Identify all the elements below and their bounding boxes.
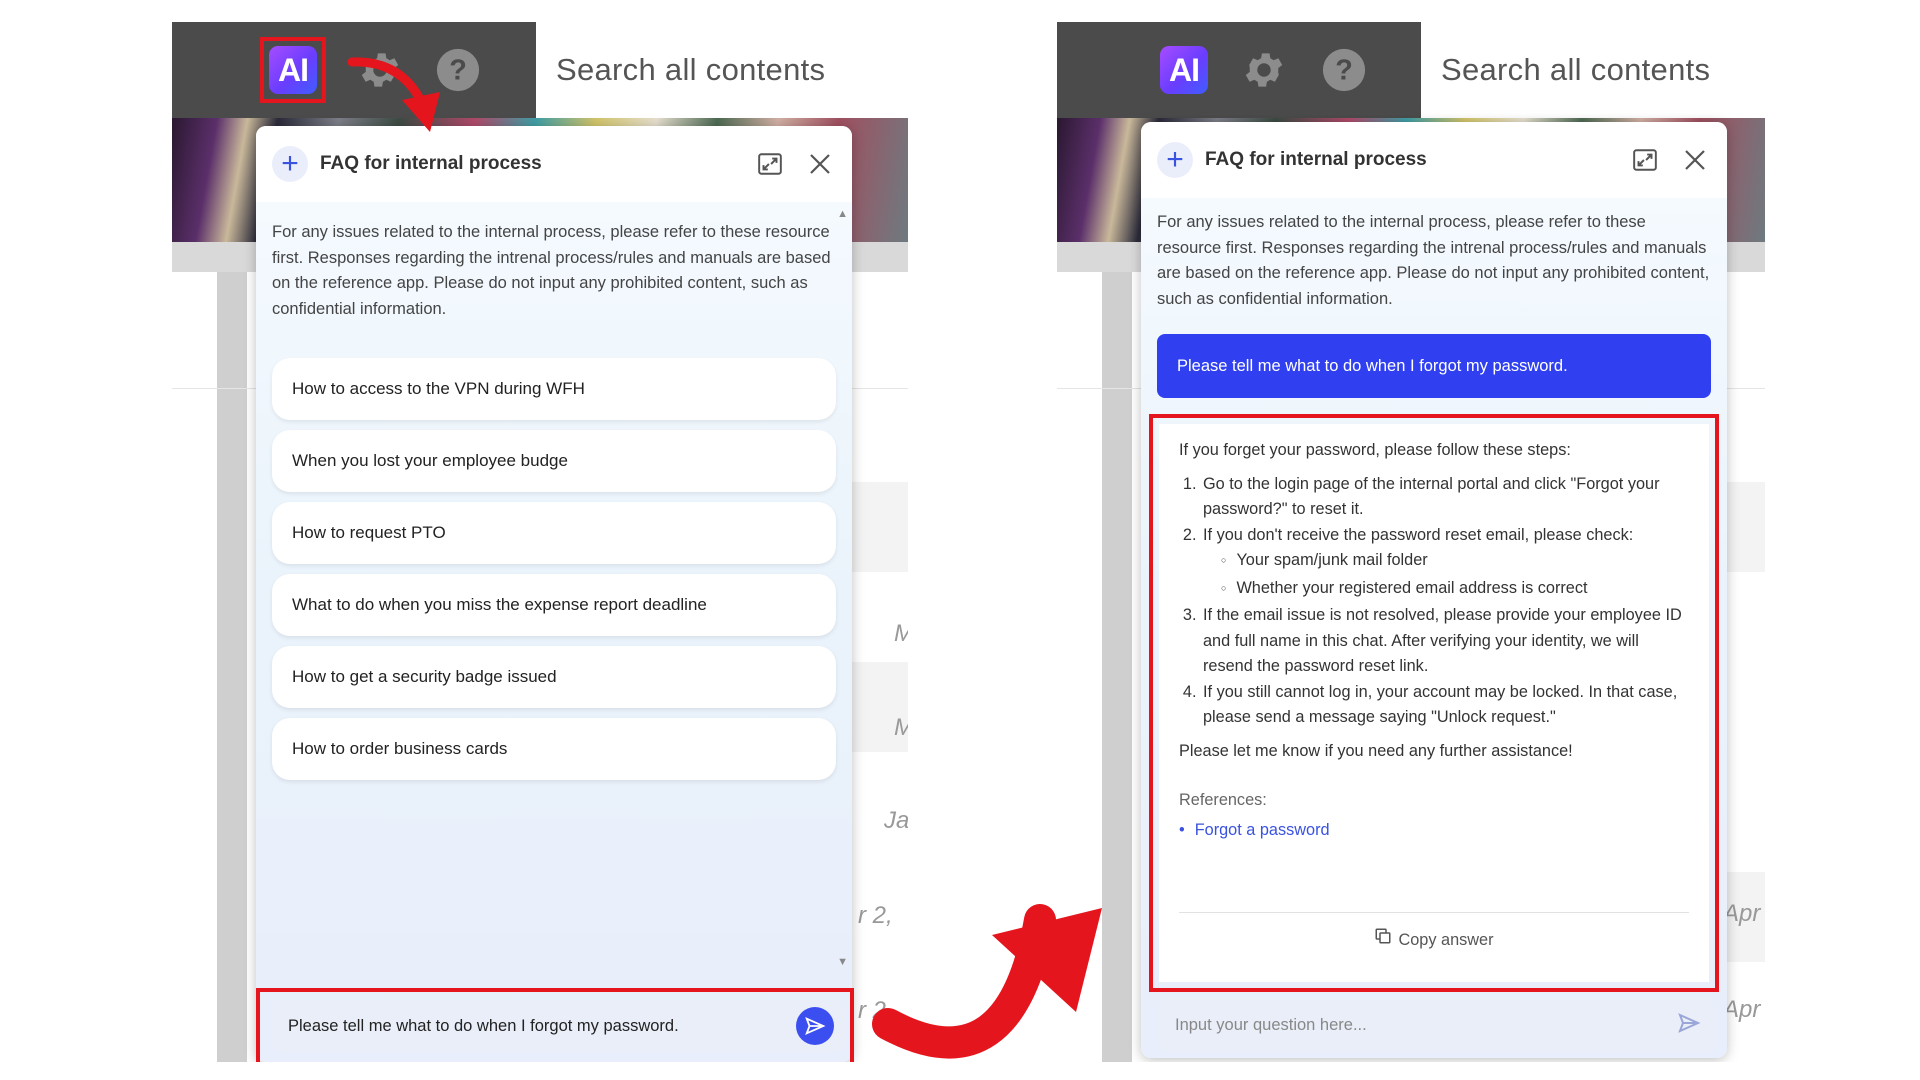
copy-icon <box>1374 927 1392 954</box>
bg-row <box>852 482 908 572</box>
intro-text: For any issues related to the internal p… <box>1157 213 1710 308</box>
top-bar: AI ? Search all contents <box>1057 22 1710 118</box>
chat-title: FAQ for internal process <box>1205 149 1427 170</box>
bg-text: M <box>894 714 908 742</box>
bg-text: Ja <box>884 807 908 834</box>
bg-row <box>1727 482 1765 572</box>
bg-column <box>217 272 247 1062</box>
answer-step: If you don't receive the password reset … <box>1201 523 1689 604</box>
svg-text:?: ? <box>1335 55 1353 87</box>
intro-text: For any issues related to the internal p… <box>272 223 831 318</box>
faq-item[interactable]: How to access to the VPN during WFH <box>272 358 836 420</box>
faq-list: How to access to the VPN during WFH When… <box>256 322 852 780</box>
close-icon[interactable] <box>804 148 836 180</box>
copy-answer-label: Copy answer <box>1398 930 1494 949</box>
expand-icon[interactable] <box>1629 144 1661 176</box>
header-actions <box>754 148 836 180</box>
faq-item[interactable]: When you lost your employee budge <box>272 430 836 492</box>
search-input[interactable]: Search all contents <box>536 52 825 88</box>
answer-substep: Your spam/junk mail folder <box>1219 548 1689 576</box>
question-input[interactable]: Please tell me what to do when I forgot … <box>272 1000 846 1052</box>
faq-item[interactable]: How to get a security badge issued <box>272 646 836 708</box>
send-icon[interactable] <box>796 1007 834 1045</box>
user-message: Please tell me what to do when I forgot … <box>1157 334 1711 398</box>
answer-step: If the email issue is not resolved, plea… <box>1201 603 1689 680</box>
icon-bar: AI ? <box>1057 22 1421 118</box>
gear-icon[interactable] <box>356 46 404 94</box>
answer-step: If you still cannot log in, your account… <box>1201 680 1689 731</box>
chat-header: + FAQ for internal process <box>1141 122 1727 198</box>
ai-icon[interactable]: AI <box>269 46 317 94</box>
gear-icon[interactable] <box>1240 46 1288 94</box>
bg-text: Apr <box>1723 996 1761 1023</box>
right-screenshot-panel: AI ? Search all contents Apr Apr + FAQ f… <box>1057 22 1765 1062</box>
plus-icon[interactable]: + <box>272 146 308 182</box>
svg-text:?: ? <box>449 55 467 87</box>
search-input[interactable]: Search all contents <box>1421 52 1710 88</box>
input-highlight: Please tell me what to do when I forgot … <box>256 988 854 1062</box>
answer-substep: Whether your registered email address is… <box>1219 576 1689 604</box>
scroll-down-arrow[interactable]: ▼ <box>837 956 848 968</box>
chat-window: + FAQ for internal process For any issue… <box>1141 122 1727 1058</box>
left-screenshot-panel: AI ? Search all contents M M Ja r 2, r 2… <box>172 22 908 1062</box>
answer-highlight: If you forget your password, please foll… <box>1149 414 1719 992</box>
answer-closing: Please let me know if you need any furth… <box>1179 741 1573 760</box>
bg-text: r 2 <box>858 997 887 1024</box>
help-icon[interactable]: ? <box>1320 46 1368 94</box>
bg-column <box>1102 272 1132 1062</box>
faq-item[interactable]: What to do when you miss the expense rep… <box>272 574 836 636</box>
references-label: References: <box>1179 791 1267 809</box>
chat-title: FAQ for internal process <box>320 153 542 174</box>
scroll-up-arrow[interactable]: ▲ <box>837 208 848 220</box>
help-icon[interactable]: ? <box>434 46 482 94</box>
top-bar: AI ? Search all contents <box>172 22 825 118</box>
send-icon[interactable] <box>1677 1011 1701 1040</box>
bg-text: r 2, <box>858 902 893 929</box>
answer-substeps: Your spam/junk mail folder Whether your … <box>1203 548 1689 603</box>
ai-icon[interactable]: AI <box>1160 46 1208 94</box>
close-icon[interactable] <box>1679 144 1711 176</box>
faq-item[interactable]: How to request PTO <box>272 502 836 564</box>
chat-window: + FAQ for internal process ▲ For any iss… <box>256 126 852 1062</box>
reference-link[interactable]: Forgot a password <box>1179 818 1689 844</box>
answer-step-text: If you don't receive the password reset … <box>1203 525 1634 544</box>
expand-icon[interactable] <box>754 148 786 180</box>
question-input[interactable]: Input your question here... <box>1157 998 1715 1052</box>
ai-button-highlight: AI <box>260 37 326 103</box>
header-actions <box>1629 144 1711 176</box>
bg-text: Apr <box>1723 900 1761 927</box>
answer-steps: Go to the login page of the internal por… <box>1179 472 1689 731</box>
chat-header: + FAQ for internal process <box>256 126 852 202</box>
faq-item[interactable]: How to order business cards <box>272 718 836 780</box>
copy-answer-button[interactable]: Copy answer <box>1179 912 1689 968</box>
bg-text: M <box>894 620 908 648</box>
answer-intro: If you forget your password, please foll… <box>1179 441 1571 459</box>
icon-bar: AI ? <box>172 22 536 118</box>
plus-icon[interactable]: + <box>1157 142 1193 178</box>
answer-step: Go to the login page of the internal por… <box>1201 472 1689 523</box>
answer-card: If you forget your password, please foll… <box>1159 424 1709 982</box>
